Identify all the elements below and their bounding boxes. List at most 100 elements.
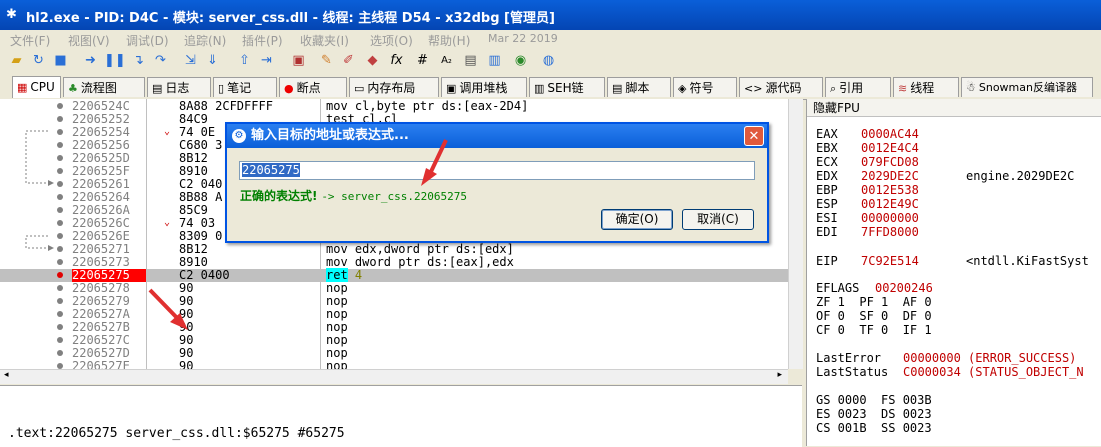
bullet-dot-icon[interactable] xyxy=(57,350,63,356)
register-comment: engine.2029DE2C xyxy=(966,169,1075,183)
run-to-user-icon[interactable]: ⇧ xyxy=(236,52,253,69)
tab-call-stack[interactable]: ▣ 调用堆栈 xyxy=(441,77,527,97)
close-icon[interactable]: ✕ xyxy=(744,126,764,146)
register-name: LastStatus xyxy=(816,365,889,379)
bullet-dot-icon[interactable] xyxy=(57,181,63,187)
tab-log[interactable]: ▤ 日志 xyxy=(147,77,211,97)
bullet-dot-icon[interactable] xyxy=(57,285,63,291)
breakpoint-dot-icon[interactable] xyxy=(57,272,63,278)
pause-icon[interactable]: ❚❚ xyxy=(104,52,126,69)
trace-over-icon[interactable]: ⇓ xyxy=(204,52,221,69)
tab-memory-map[interactable]: ▭ 内存布局 xyxy=(349,77,439,97)
bullet-dot-icon[interactable] xyxy=(57,194,63,200)
restart-icon[interactable]: ↻ xyxy=(30,52,47,69)
register-name: EBX xyxy=(816,141,838,155)
cancel-button[interactable]: 取消(C) xyxy=(682,209,754,230)
registers-panel[interactable]: 隐藏FPU EAX 0000AC44 EBX 0012E4C4 ECX 079FCD08 E… xyxy=(806,99,1101,446)
title-bar: ✱ hl2.exe - PID: D4C - 模块: server_css.dl… xyxy=(0,0,1101,30)
globe-icon[interactable]: ◍ xyxy=(540,52,557,69)
menu-favourites[interactable]: 收藏夹(I) xyxy=(300,32,349,49)
menu-help[interactable]: 帮助(H) xyxy=(428,32,470,49)
tab-notes[interactable]: ▯ 笔记 xyxy=(213,77,277,97)
tab-source[interactable]: <> 源代码 xyxy=(739,77,823,97)
bullet-dot-icon[interactable] xyxy=(57,233,63,239)
status-result: -> server_css.22065275 xyxy=(321,190,468,203)
register-value: 00200246 xyxy=(875,281,933,295)
run-icon[interactable]: ➜ xyxy=(82,52,99,69)
disasm-horizontal-scrollbar[interactable]: ◂ ▸ xyxy=(0,369,788,384)
menu-file[interactable]: 文件(F) xyxy=(10,32,50,49)
patch-icon[interactable]: ▥ xyxy=(486,52,503,69)
bullet-dot-icon[interactable] xyxy=(57,207,63,213)
scylla-icon[interactable]: ▣ xyxy=(290,52,307,69)
menu-plugins[interactable]: 插件(P) xyxy=(242,32,283,49)
script-icon: ▤ xyxy=(612,82,623,95)
register-name: EFLAGS xyxy=(816,281,860,295)
menu-debug[interactable]: 调试(D) xyxy=(126,32,169,49)
stop-icon[interactable]: ■ xyxy=(52,52,69,69)
register-value: C0000034 (STATUS_OBJECT_N xyxy=(903,365,1084,379)
comment-icon[interactable]: ✎ xyxy=(318,52,335,69)
register-name: EAX xyxy=(816,127,838,141)
expression-status: 正确的表达式! -> server_css.22065275 xyxy=(240,187,467,204)
step-over-icon[interactable]: ↷ xyxy=(152,52,169,69)
bullet-dot-icon[interactable] xyxy=(57,259,63,265)
hide-fpu-toggle[interactable]: 隐藏FPU xyxy=(807,99,1101,117)
bullet-dot-icon[interactable] xyxy=(57,337,63,343)
open-icon[interactable]: ▰ xyxy=(8,52,25,69)
settings-icon[interactable]: ◉ xyxy=(512,52,529,69)
tab-bar: ▦ CPU ♣ 流程图 ▤ 日志 ▯ 笔记 ● 断点 ▭ 内存布局 ▣ 调用堆栈 ▥ SEH链 … xyxy=(0,75,1101,100)
register-name: ECX xyxy=(816,155,838,169)
info-panel: .text:22065275 server_css.dll:$65275 #65… xyxy=(0,385,802,447)
tab-snowman[interactable]: ☃ Snowman反编译器 xyxy=(961,77,1093,97)
expression-input[interactable]: 22065275 xyxy=(239,161,755,180)
bullet-dot-icon[interactable] xyxy=(57,246,63,252)
bullet-dot-icon[interactable] xyxy=(57,311,63,317)
ok-button[interactable]: 确定(O) xyxy=(601,209,673,230)
build-date: Mar 22 2019 xyxy=(488,32,558,45)
tab-references[interactable]: ⌕ 引用 xyxy=(825,77,891,97)
tab-breakpoints[interactable]: ● 断点 xyxy=(279,77,347,97)
info-line: .text:22065275 server_css.dll:$65275 #65… xyxy=(8,426,345,441)
bullet-dot-icon[interactable] xyxy=(57,155,63,161)
tab-threads[interactable]: ≋ 线程 xyxy=(893,77,959,97)
tab-script[interactable]: ▤ 脚本 xyxy=(607,77,671,97)
scroll-right-icon[interactable]: ▸ xyxy=(777,370,782,380)
menu-view[interactable]: 视图(V) xyxy=(68,32,110,49)
font-icon[interactable]: A₂ xyxy=(438,52,455,69)
graph-icon: ♣ xyxy=(68,82,78,95)
menu-options[interactable]: 选项(O) xyxy=(370,32,413,49)
calculator-icon[interactable]: ▤ xyxy=(462,52,479,69)
bullet-dot-icon[interactable] xyxy=(57,298,63,304)
disasm-vertical-scrollbar[interactable] xyxy=(788,99,803,369)
label-icon[interactable]: ✐ xyxy=(340,52,357,69)
tab-seh-chain[interactable]: ▥ SEH链 xyxy=(529,77,605,97)
goto-expression-dialog: ⚙ 输入目标的地址或表达式... ✕ 22065275 正确的表达式! -> s… xyxy=(225,122,769,243)
bullet-dot-icon[interactable] xyxy=(57,103,63,109)
bookmark-icon[interactable]: ◆ xyxy=(364,52,381,69)
step-into-icon[interactable]: ↴ xyxy=(130,52,147,69)
register-name: ESP xyxy=(816,197,838,211)
bullet-dot-icon[interactable] xyxy=(57,220,63,226)
tab-graph[interactable]: ♣ 流程图 xyxy=(63,77,145,97)
bullet-dot-icon[interactable] xyxy=(57,116,63,122)
bullet-dot-icon[interactable] xyxy=(57,324,63,330)
symbol-icon: ◈ xyxy=(678,82,687,95)
menu-trace[interactable]: 追踪(N) xyxy=(184,32,226,49)
hash-icon[interactable]: # xyxy=(414,52,431,69)
trace-into-icon[interactable]: ⇲ xyxy=(182,52,199,69)
expression-input-value: 22065275 xyxy=(242,163,300,177)
tab-symbols[interactable]: ◈ 符号 xyxy=(673,77,737,97)
scroll-left-icon[interactable]: ◂ xyxy=(4,370,9,380)
notes-icon: ▯ xyxy=(218,82,225,95)
dialog-titlebar: ⚙ 输入目标的地址或表达式... ✕ xyxy=(227,124,767,148)
register-value: 079FCD08 xyxy=(861,155,919,169)
tab-cpu[interactable]: ▦ CPU xyxy=(12,76,61,98)
run-to-return-icon[interactable]: ⇥ xyxy=(258,52,275,69)
bullet-dot-icon[interactable] xyxy=(57,142,63,148)
function-icon[interactable]: fx xyxy=(388,52,405,69)
disasm-row[interactable]: 2206527E 90 nop xyxy=(0,360,788,369)
bullet-dot-icon[interactable] xyxy=(57,168,63,174)
disasm-bytes: 90 xyxy=(179,359,194,370)
bullet-dot-icon[interactable] xyxy=(57,129,63,135)
